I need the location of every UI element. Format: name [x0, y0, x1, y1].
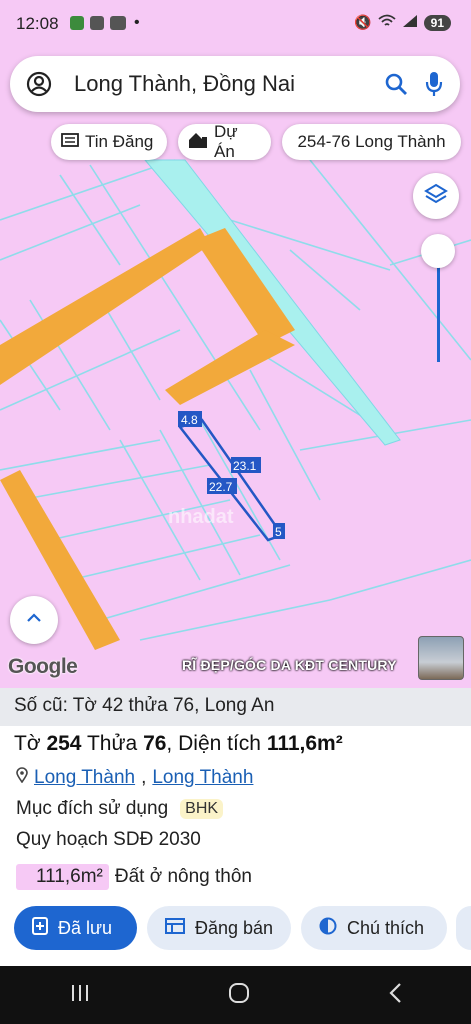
- wifi-icon: [378, 14, 396, 31]
- dim-bottom-label: 5: [275, 525, 282, 539]
- location-pin-icon: [16, 767, 28, 789]
- microphone-icon[interactable]: [424, 70, 444, 103]
- legend-label: Chú thích: [347, 917, 425, 938]
- area-label: Diện tích: [178, 732, 261, 755]
- message-icon: [70, 16, 84, 30]
- parcel-label: Thửa: [86, 732, 138, 755]
- plan-label: Quy hoạch SDĐ 2030: [16, 829, 201, 850]
- sheet-label: Tờ: [14, 732, 41, 755]
- ad-thumbnail[interactable]: [418, 636, 464, 680]
- saved-button[interactable]: Đã lưu: [14, 906, 137, 950]
- commune-link[interactable]: Long Thành: [152, 767, 253, 789]
- search-bar[interactable]: Long Thành, Đồng Nai: [10, 56, 460, 112]
- chip-parcel[interactable]: 254-76 Long Thành: [282, 124, 461, 160]
- contrast-icon: [319, 917, 337, 940]
- search-icon[interactable]: [384, 72, 408, 101]
- chip-parcel-label: 254-76 Long Thành: [297, 132, 446, 151]
- account-icon[interactable]: [26, 71, 52, 102]
- signal-icon: [402, 14, 418, 31]
- opacity-slider-track[interactable]: [437, 252, 440, 362]
- zone-name: Đất ở nông thôn: [114, 866, 253, 887]
- mute-icon: 🔇: [354, 14, 372, 30]
- building-icon: [188, 131, 208, 154]
- chevron-up-icon: [26, 611, 42, 629]
- opacity-slider-handle[interactable]: [421, 234, 455, 268]
- layers-icon: [424, 183, 448, 210]
- battery-indicator: 91: [423, 14, 451, 31]
- search-query[interactable]: Long Thành, Đồng Nai: [74, 71, 295, 97]
- zalo-icon: [110, 16, 126, 30]
- back-icon[interactable]: [388, 982, 402, 1009]
- more-notifications-icon: •: [134, 14, 140, 31]
- dim-right-label: 23.1: [233, 459, 257, 473]
- zone-row: 111,6m² Đất ở nông thôn: [16, 864, 252, 890]
- newspaper-icon: [61, 132, 79, 153]
- status-bar: 12:08 • 🔇 91: [0, 0, 471, 48]
- system-nav-bar: [0, 966, 471, 1024]
- more-actions-button[interactable]: [456, 906, 471, 950]
- dim-left-label: 22.7: [209, 480, 233, 494]
- chip-listing-label: Tin Đăng: [85, 132, 154, 151]
- action-buttons: Đã lưu Đăng bán Chú thích: [0, 906, 471, 952]
- sheet-number: 254: [46, 732, 82, 755]
- status-time: 12:08: [16, 14, 59, 33]
- parcel-info-panel: Số cũ: Tờ 42 thửa 76, Long An Tờ 254 Thử…: [0, 688, 471, 966]
- parcel-number: 76: [143, 732, 167, 755]
- map-watermark: nhadat: [168, 506, 234, 528]
- district-link[interactable]: Long Thành: [34, 767, 135, 789]
- chip-listing[interactable]: Tin Đăng: [51, 124, 167, 160]
- parcel-title: Tờ 254 Thửa 76, Diện tích 111,6m²: [14, 732, 343, 756]
- zone-area: 111,6m²: [16, 864, 109, 890]
- chip-project-label: Dự Án: [214, 122, 238, 161]
- recent-apps-icon[interactable]: [69, 983, 91, 1008]
- layers-button[interactable]: [413, 173, 459, 219]
- purpose-label: Mục đích sử dụng: [16, 798, 169, 819]
- expand-up-button[interactable]: [10, 596, 58, 644]
- chip-project[interactable]: Dự Án: [178, 122, 271, 161]
- post-sale-button[interactable]: Đăng bán: [147, 906, 291, 950]
- saved-label: Đã lưu: [58, 917, 113, 938]
- ad-banner-text[interactable]: RĨ ĐẸP/GÓC DA KĐT CENTURY: [182, 657, 397, 673]
- google-logo: Google: [8, 655, 78, 678]
- legend-button[interactable]: Chú thích: [301, 906, 447, 950]
- bookmark-add-icon: [32, 916, 48, 940]
- dim-top-label: 4.8: [181, 413, 198, 427]
- list-icon: [165, 917, 185, 939]
- location-row: Long Thành, Long Thành: [16, 767, 253, 789]
- purpose-badge: BHK: [180, 799, 224, 819]
- comma-separator: ,: [166, 732, 173, 755]
- purpose-row: Mục đích sử dụng BHK: [16, 798, 224, 820]
- status-right: 🔇 91: [354, 14, 451, 31]
- post-sale-label: Đăng bán: [195, 917, 274, 938]
- location-comma: ,: [141, 767, 147, 788]
- home-icon[interactable]: [228, 982, 250, 1009]
- area-value: 111,6m²: [266, 732, 343, 755]
- old-parcel-info: Số cũ: Tờ 42 thửa 76, Long An: [0, 688, 471, 726]
- shop-icon: [90, 16, 104, 30]
